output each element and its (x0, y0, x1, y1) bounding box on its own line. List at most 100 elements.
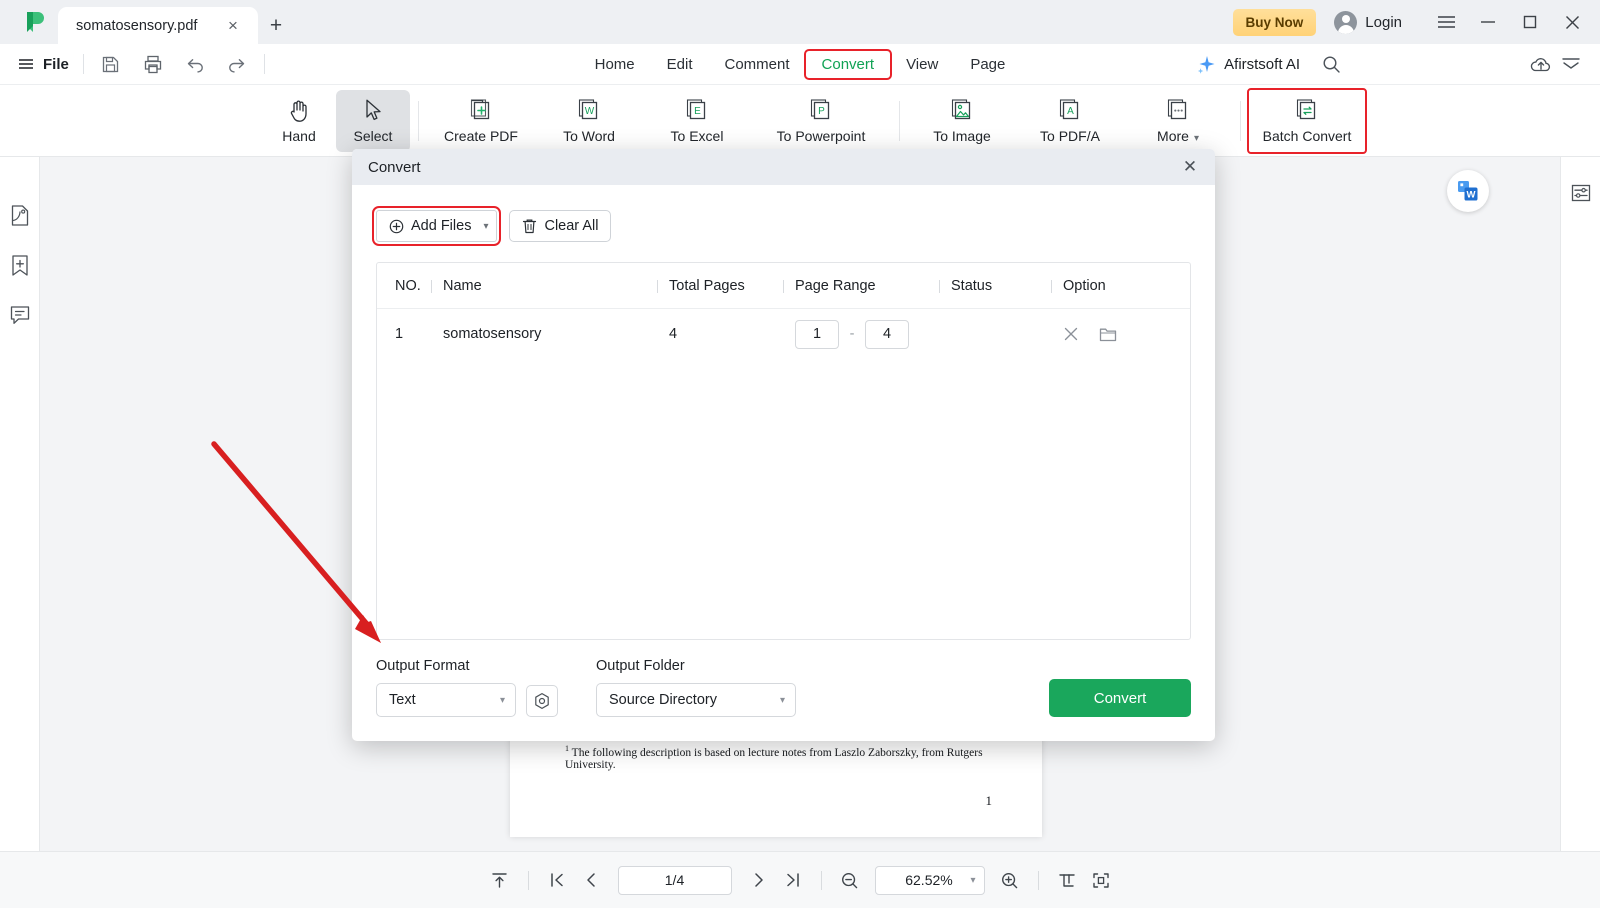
first-page-icon[interactable] (540, 863, 574, 897)
document-tab[interactable]: somatosensory.pdf × (58, 7, 258, 44)
clear-all-label: Clear All (544, 218, 599, 234)
fit-page-icon[interactable] (1084, 863, 1118, 897)
ribbon-batch-convert[interactable]: Batch Convert (1247, 87, 1367, 154)
remove-icon[interactable] (1063, 326, 1079, 342)
collapse-ribbon-icon[interactable] (1556, 50, 1586, 80)
ribbon-create-pdf[interactable]: Create PDF (427, 90, 535, 152)
clear-all-button[interactable]: Clear All (509, 210, 612, 242)
to-excel-icon: E (684, 97, 710, 123)
page-number-input[interactable]: 1/4 (617, 865, 732, 895)
file-menu-button[interactable]: File (18, 56, 69, 73)
ribbon-to-pdfa[interactable]: A To PDF/A (1016, 90, 1124, 152)
column-header-option: Option (1051, 278, 1183, 294)
login-button[interactable]: Login (1334, 10, 1402, 34)
fit-width-icon[interactable] (1050, 863, 1084, 897)
tab-comment[interactable]: Comment (709, 51, 806, 78)
ribbon-to-excel[interactable]: E To Excel (643, 90, 751, 152)
file-menu-label: File (43, 55, 69, 73)
ribbon-select[interactable]: Select (336, 89, 410, 152)
convert-button[interactable]: Convert (1049, 679, 1191, 717)
ribbon-batch-convert-label: Batch Convert (1262, 128, 1352, 144)
column-header-status: Status (939, 278, 1063, 294)
ribbon-to-excel-label: To Excel (670, 128, 724, 144)
tab-page[interactable]: Page (954, 51, 1021, 78)
row-options (1063, 326, 1183, 342)
format-settings-button[interactable] (526, 685, 558, 717)
dialog-close-icon[interactable]: ✕ (1177, 154, 1203, 180)
bookmark-icon[interactable] (6, 251, 34, 279)
ribbon-hand[interactable]: Hand (262, 90, 336, 152)
column-header-page-range: Page Range (783, 278, 951, 294)
tab-view[interactable]: View (890, 51, 954, 78)
page-range-to-input[interactable]: 4 (865, 319, 910, 349)
dialog-toolbar: Add Files ▾ Clear All (371, 185, 1191, 246)
maximize-icon[interactable] (1510, 2, 1550, 42)
add-files-button[interactable]: Add Files ▾ (371, 206, 502, 246)
column-header-no: NO. (395, 277, 421, 294)
ribbon-to-word-label: To Word (563, 128, 615, 144)
thumbnail-icon[interactable] (6, 201, 34, 229)
search-icon[interactable] (1316, 50, 1346, 80)
column-header-total-pages: Total Pages (657, 278, 795, 294)
open-folder-icon[interactable] (1099, 326, 1117, 342)
create-pdf-icon (468, 97, 494, 123)
save-icon[interactable] (98, 51, 124, 77)
tab-close-icon[interactable]: × (222, 15, 244, 37)
properties-panel-icon[interactable] (1567, 179, 1595, 207)
row-total-pages: 4 (669, 326, 678, 342)
print-icon[interactable] (140, 51, 166, 77)
chevron-down-icon: ▾ (499, 694, 505, 706)
buy-now-button[interactable]: Buy Now (1232, 8, 1317, 36)
hamburger-menu-icon[interactable] (1426, 2, 1466, 42)
close-icon[interactable] (1552, 2, 1592, 42)
table-row[interactable]: 1 somatosensory 4 1 - 4 (377, 309, 1190, 359)
comment-icon[interactable] (6, 301, 34, 329)
more-icon (1165, 97, 1191, 123)
chevron-down-icon: ▾ (970, 874, 976, 886)
ai-sparkle-icon (1198, 56, 1215, 74)
footnote-marker: 1 (565, 744, 569, 754)
next-page-icon[interactable] (742, 863, 776, 897)
menu-bar-right: Afirstsoft AI (1196, 44, 1600, 85)
output-folder-select[interactable]: Source Directory ▾ (596, 683, 796, 717)
ribbon-to-image-label: To Image (933, 128, 991, 144)
minimize-icon[interactable] (1468, 2, 1508, 42)
tab-edit[interactable]: Edit (651, 51, 709, 78)
scroll-to-top-icon[interactable] (483, 863, 517, 897)
tab-convert[interactable]: Convert (803, 49, 893, 80)
page-range-from-input[interactable]: 1 (795, 319, 839, 349)
zoom-out-icon[interactable] (833, 863, 867, 897)
output-format-select[interactable]: Text ▾ (376, 683, 516, 717)
to-image-icon (949, 97, 975, 123)
afirstsoft-ai-button[interactable]: Afirstsoft AI (1196, 54, 1300, 75)
file-table: NO. Name Total Pages Page Range Status O… (376, 262, 1191, 640)
quick-actions (98, 51, 250, 77)
zoom-level-select[interactable]: 62.52% ▾ (874, 865, 985, 895)
dialog-title: Convert (368, 158, 421, 176)
menu-bar: File Home Edit Comment Convert View Page (0, 44, 1600, 85)
undo-icon[interactable] (182, 51, 208, 77)
file-table-header: NO. Name Total Pages Page Range Status O… (377, 263, 1190, 309)
new-tab-button[interactable]: + (258, 7, 294, 44)
ribbon-more[interactable]: More ▾ (1124, 90, 1232, 152)
svg-text:W: W (1467, 190, 1476, 201)
login-label: Login (1365, 13, 1402, 31)
output-folder-label: Output Folder (596, 658, 685, 674)
divider (263, 54, 265, 74)
cloud-upload-icon[interactable] (1526, 50, 1556, 80)
chevron-down-icon: ▾ (483, 220, 489, 232)
ribbon-to-powerpoint[interactable]: P To Powerpoint (751, 90, 891, 152)
file-menu-icon (19, 59, 33, 69)
ribbon-to-image[interactable]: To Image (908, 90, 1016, 152)
tab-home[interactable]: Home (579, 51, 651, 78)
previous-page-icon[interactable] (574, 863, 608, 897)
last-page-icon[interactable] (776, 863, 810, 897)
right-sidebar (1560, 157, 1600, 851)
zoom-in-icon[interactable] (993, 863, 1027, 897)
word-convert-badge-icon[interactable]: W (1447, 170, 1489, 212)
pdf-page-content: 1 The following description is based on … (565, 735, 992, 809)
redo-icon[interactable] (224, 51, 250, 77)
convert-dialog: Convert ✕ Add Files ▾ Clear All NO. Name (352, 149, 1215, 741)
ribbon-to-word[interactable]: W To Word (535, 90, 643, 152)
settings-gear-icon (535, 692, 549, 709)
